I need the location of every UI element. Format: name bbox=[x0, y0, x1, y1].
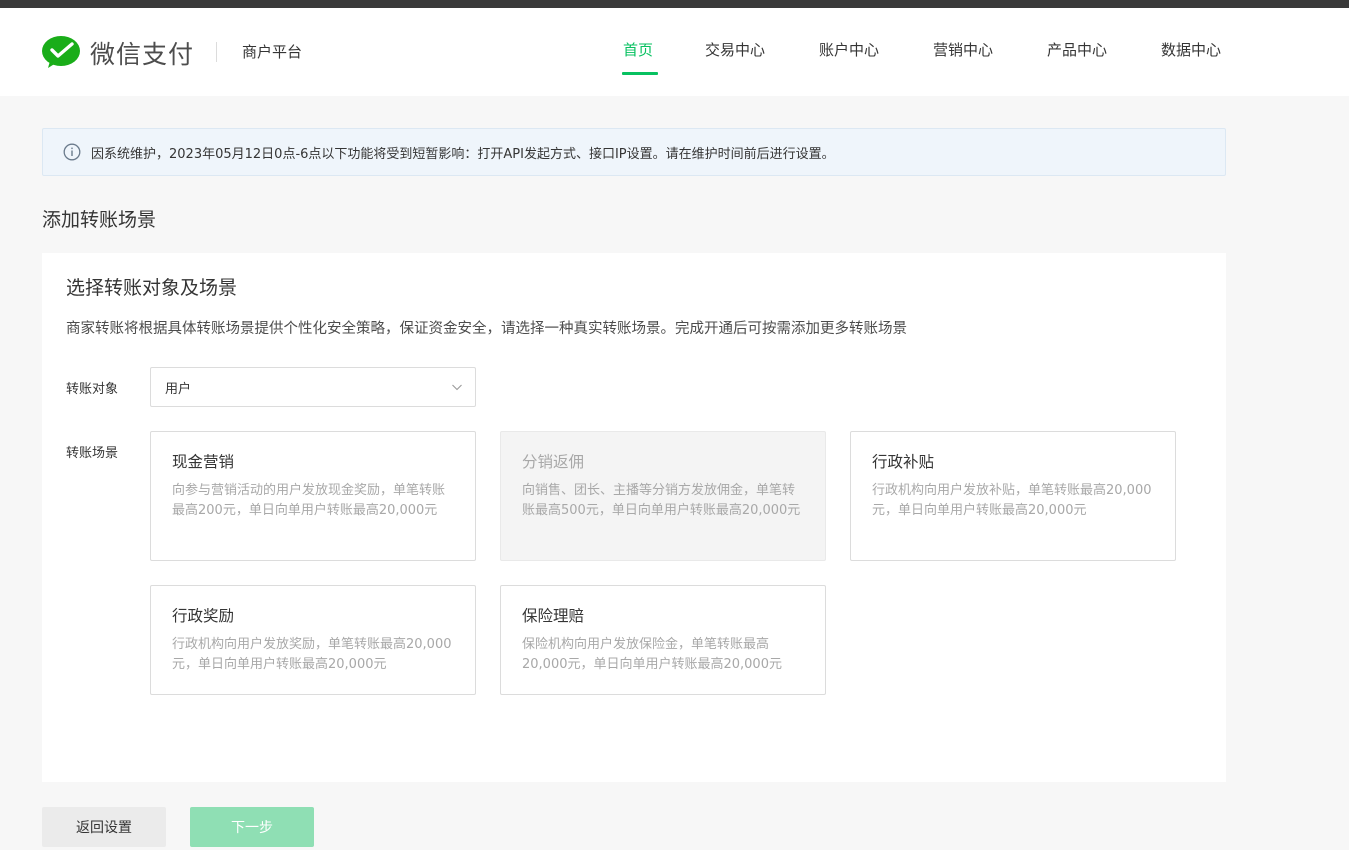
top-strip bbox=[0, 0, 1349, 8]
scene-card-admin-reward[interactable]: 行政奖励 行政机构向用户发放奖励，单笔转账最高20,000元，单日向单用户转账最… bbox=[150, 585, 476, 695]
scene-label: 转账场景 bbox=[66, 446, 119, 461]
scene-card-insurance-claim[interactable]: 保险理赔 保险机构向用户发放保险金，单笔转账最高20,000元，单日向单用户转账… bbox=[500, 585, 826, 695]
section-description: 商家转账将根据具体转账场景提供个性化安全策略，保证资金安全，请选择一种真实转账场… bbox=[66, 321, 907, 337]
nav-account[interactable]: 账户中心 bbox=[819, 39, 879, 60]
nav-marketing[interactable]: 营销中心 bbox=[933, 39, 993, 60]
card-description: 行政机构向用户发放奖励，单笔转账最高20,000元，单日向单用户转账最高20,0… bbox=[172, 637, 452, 672]
card-title: 行政奖励 bbox=[172, 607, 235, 625]
info-icon bbox=[63, 143, 81, 161]
next-step-button[interactable]: 下一步 bbox=[190, 807, 314, 847]
card-title: 行政补贴 bbox=[872, 453, 935, 471]
scene-panel: 选择转账对象及场景 商家转账将根据具体转账场景提供个性化安全策略，保证资金安全，… bbox=[42, 253, 1226, 782]
card-description: 向参与营销活动的用户发放现金奖励，单笔转账最高200元，单日向单用户转账最高20… bbox=[172, 483, 446, 518]
card-title: 现金营销 bbox=[172, 453, 235, 471]
target-select[interactable]: 用户 bbox=[150, 367, 476, 407]
notice-text: 因系统维护，2023年05月12日0点-6点以下功能将受到短暂影响：打开API发… bbox=[91, 146, 835, 162]
top-nav: 首页 交易中心 账户中心 营销中心 产品中心 数据中心 bbox=[0, 39, 1349, 79]
scene-card-cash-marketing[interactable]: 现金营销 向参与营销活动的用户发放现金奖励，单笔转账最高200元，单日向单用户转… bbox=[150, 431, 476, 561]
card-title: 保险理赔 bbox=[522, 607, 585, 625]
scene-card-distribution-commission: 分销返佣 向销售、团长、主播等分销方发放佣金，单笔转账最高500元，单日向单用户… bbox=[500, 431, 826, 561]
card-description: 行政机构向用户发放补贴，单笔转账最高20,000元，单日向单用户转账最高20,0… bbox=[872, 483, 1152, 518]
card-description: 向销售、团长、主播等分销方发放佣金，单笔转账最高500元，单日向单用户转账最高2… bbox=[522, 483, 801, 518]
header: 微信支付 商户平台 首页 交易中心 账户中心 营销中心 产品中心 数据中心 bbox=[0, 8, 1349, 96]
section-title: 选择转账对象及场景 bbox=[66, 277, 238, 299]
maintenance-notice: 因系统维护，2023年05月12日0点-6点以下功能将受到短暂影响：打开API发… bbox=[42, 128, 1226, 176]
page-title: 添加转账场景 bbox=[42, 209, 157, 231]
chevron-down-icon bbox=[452, 384, 462, 391]
target-label: 转账对象 bbox=[66, 382, 119, 397]
nav-home[interactable]: 首页 bbox=[623, 39, 653, 60]
nav-transactions[interactable]: 交易中心 bbox=[705, 39, 765, 60]
card-title: 分销返佣 bbox=[522, 453, 585, 471]
card-description: 保险机构向用户发放保险金，单笔转账最高20,000元，单日向单用户转账最高20,… bbox=[522, 637, 782, 672]
back-button[interactable]: 返回设置 bbox=[42, 807, 166, 847]
scene-card-admin-subsidy[interactable]: 行政补贴 行政机构向用户发放补贴，单笔转账最高20,000元，单日向单用户转账最… bbox=[850, 431, 1176, 561]
target-select-value: 用户 bbox=[165, 381, 192, 397]
nav-data[interactable]: 数据中心 bbox=[1161, 39, 1221, 60]
nav-products[interactable]: 产品中心 bbox=[1047, 39, 1107, 60]
nav-active-indicator bbox=[622, 72, 658, 75]
